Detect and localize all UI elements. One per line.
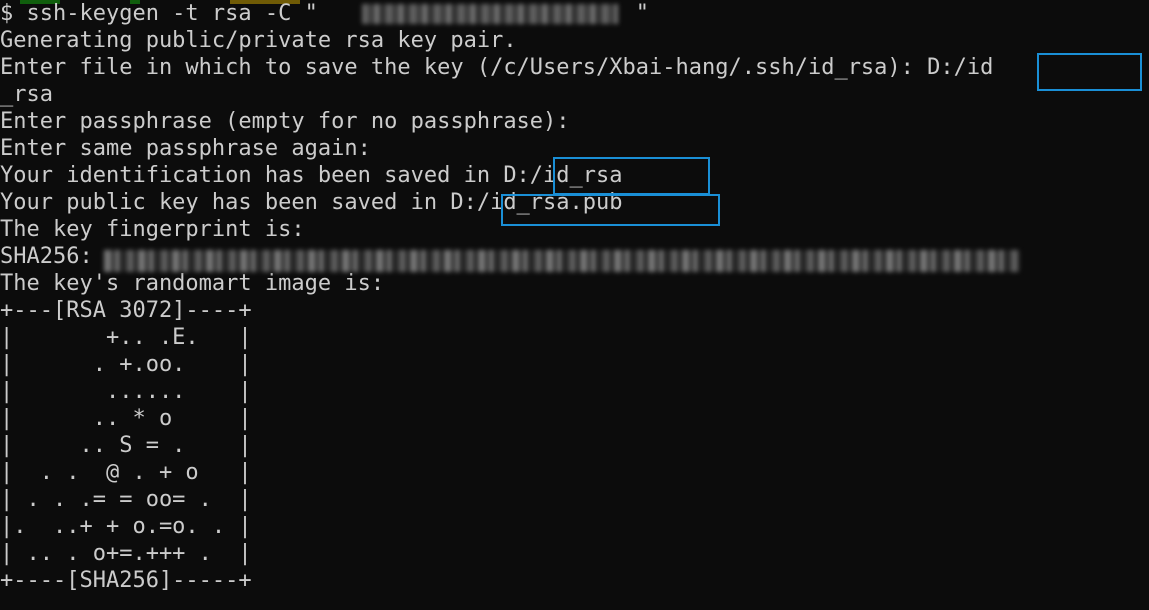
output-line: Generating public/private rsa key pair. [0,28,517,53]
randomart-line: +----[SHA256]-----+ [0,568,252,593]
output-line: Enter file in which to save the key (/c/… [0,55,994,80]
randomart-line: | .. . o+=.+++ . | [0,541,252,566]
terminal-window[interactable]: $ ssh-keygen -t rsa -C " " Generating pub… [0,0,1149,610]
randomart-line: | +.. .E. | [0,325,252,350]
terminal-output: $ ssh-keygen -t rsa -C " " Generating pub… [0,0,993,594]
randomart-line: | .. * o | [0,406,252,431]
output-line: The key fingerprint is: [0,217,305,242]
randomart-line: | ...... | [0,379,252,404]
output-line: _rsa [0,82,53,107]
output-line: Enter same passphrase again: [0,136,371,161]
output-line: Your identification has been saved in D:… [0,163,623,188]
output-line: Enter passphrase (empty for no passphras… [0,109,570,134]
output-line: The key's randomart image is: [0,271,385,296]
randomart-line: | .. S = . | [0,433,252,458]
file-path-highlight-box [1037,53,1142,91]
randomart-line: |. ..+ + o.=o. . | [0,514,252,539]
randomart-line: | . . .= = oo= . | [0,487,252,512]
output-line: Your public key has been saved in D:/id_… [0,190,623,215]
randomart-line: +---[RSA 3072]----+ [0,298,252,323]
redacted-fingerprint [104,250,1020,272]
randomart-line: | . . @ . + o | [0,460,252,485]
randomart-line: | . +.oo. | [0,352,252,377]
redacted-email [362,4,618,24]
